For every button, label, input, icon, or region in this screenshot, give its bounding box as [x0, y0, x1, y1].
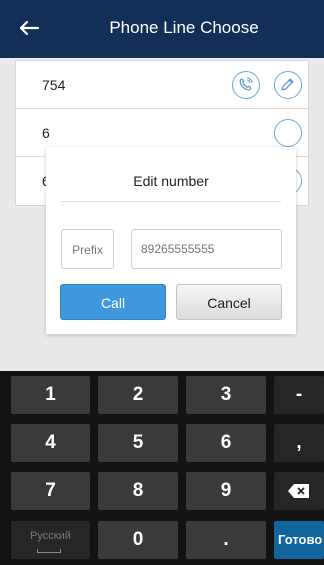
key-6[interactable]: 6 [186, 424, 266, 462]
page-title: Phone Line Choose [109, 18, 259, 37]
call-button[interactable]: Call [60, 284, 166, 320]
key-0[interactable]: 0 [98, 521, 178, 559]
prefix-field[interactable]: Prefix [61, 229, 114, 269]
key-comma[interactable]: , [274, 424, 324, 462]
app-header: Phone Line Choose [0, 0, 324, 58]
dialog-divider [61, 201, 281, 202]
arrow-left-icon[interactable] [14, 13, 44, 43]
edit-number-dialog: Edit number Prefix Call Cancel [46, 147, 296, 334]
dialog-title: Edit number [133, 173, 209, 189]
done-button[interactable]: Готово [274, 521, 324, 559]
content-area: 754 6 6 Edit number Prefix [0, 58, 324, 371]
key-3[interactable]: 3 [186, 376, 266, 414]
number-input[interactable] [131, 229, 282, 269]
key-7[interactable]: 7 [11, 472, 90, 510]
key-dot[interactable]: . [186, 521, 266, 559]
key-backspace[interactable] [274, 472, 324, 510]
key-minus[interactable]: - [274, 376, 324, 414]
key-2[interactable]: 2 [98, 376, 178, 414]
phone-icon[interactable] [232, 71, 260, 99]
key-9[interactable]: 9 [186, 472, 266, 510]
space-icon [37, 549, 61, 553]
key-8[interactable]: 8 [98, 472, 178, 510]
list-item[interactable]: 754 [16, 61, 308, 109]
list-item-number: 754 [42, 77, 66, 93]
key-1[interactable]: 1 [11, 376, 90, 414]
list-item-number: 6 [42, 125, 50, 141]
language-label: Русский [30, 530, 71, 542]
pencil-icon[interactable] [274, 119, 302, 147]
key-4[interactable]: 4 [11, 424, 90, 462]
key-5[interactable]: 5 [98, 424, 178, 462]
cancel-button[interactable]: Cancel [176, 284, 282, 320]
pencil-icon[interactable] [274, 71, 302, 99]
numeric-keyboard: 1 2 3 - 4 5 6 , 7 8 9 Русский 0 . Готово [0, 371, 324, 565]
key-language[interactable]: Русский [11, 521, 90, 559]
backspace-icon [288, 484, 309, 498]
